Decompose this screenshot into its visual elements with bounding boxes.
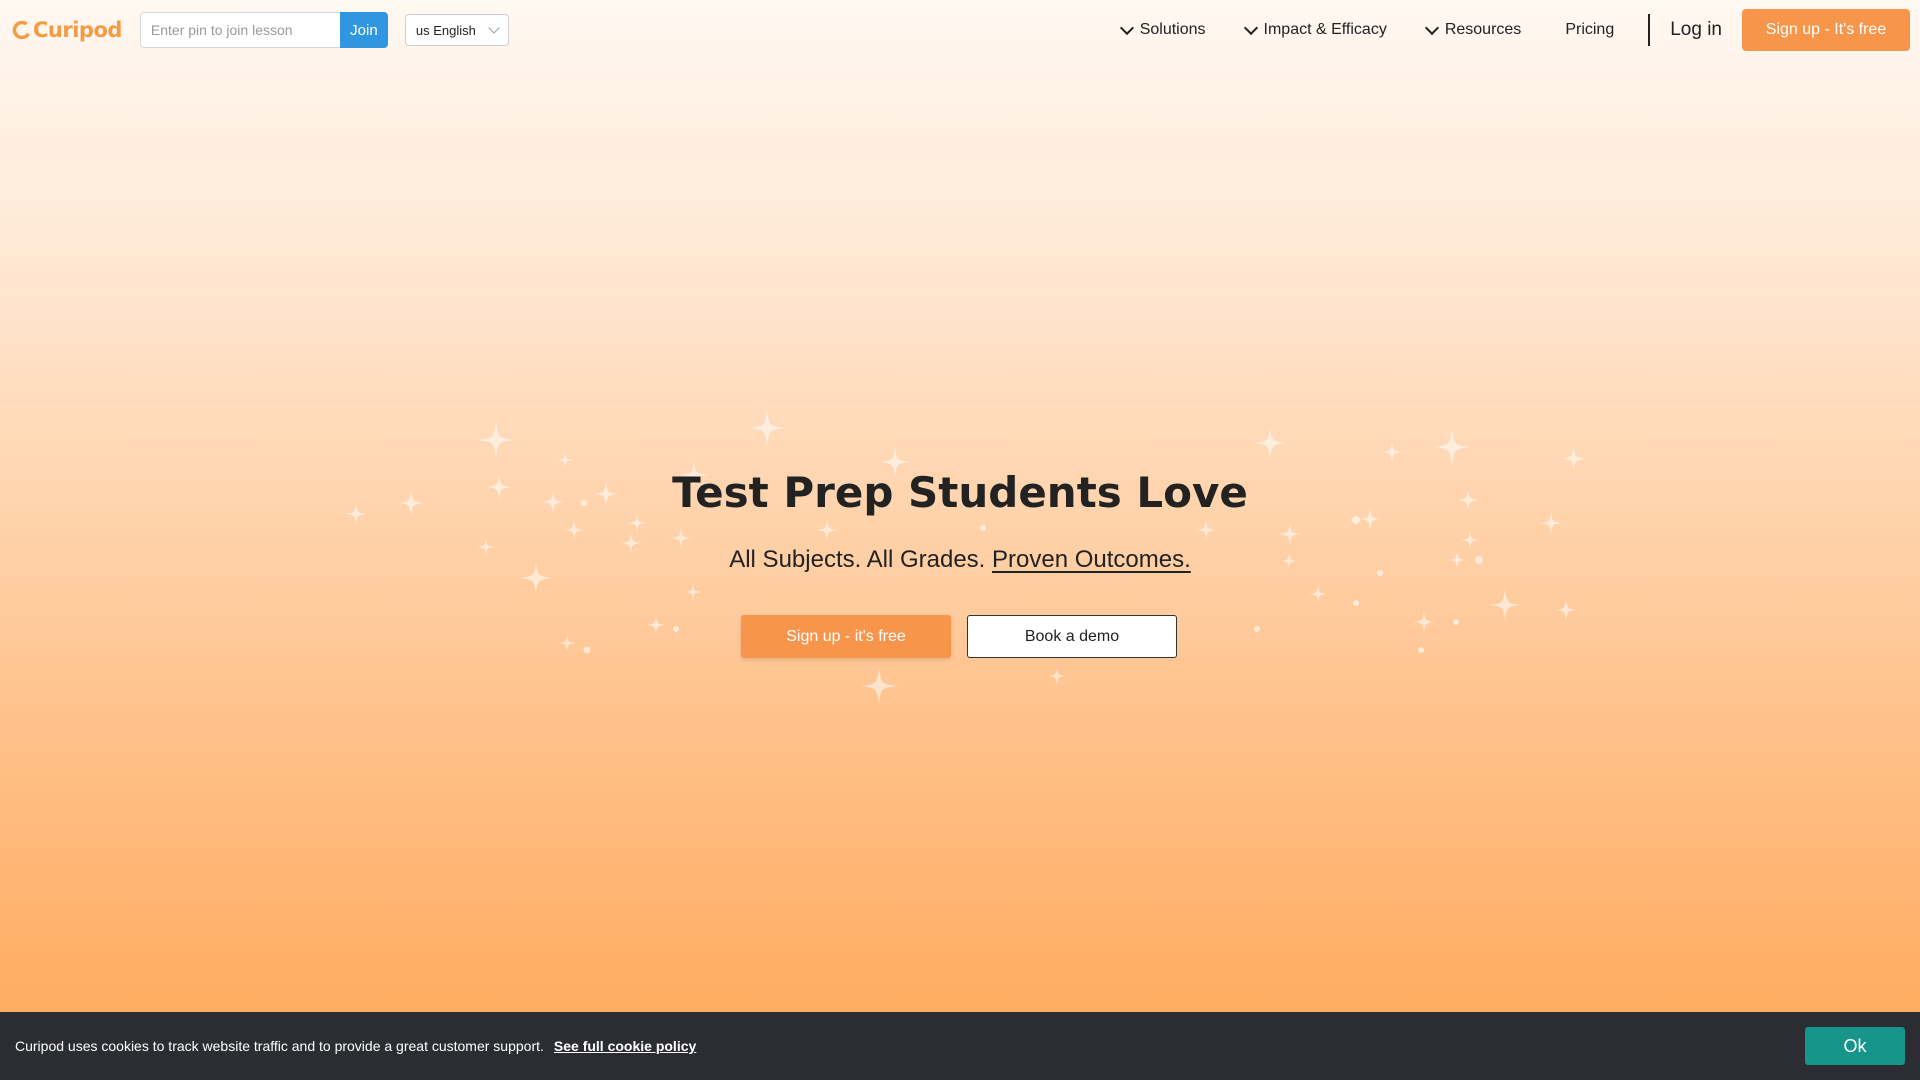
cookie-banner: Curipod uses cookies to track website tr… [0, 1012, 1920, 1080]
cookie-text: Curipod uses cookies to track website tr… [15, 1038, 544, 1054]
nav-pricing[interactable]: Pricing [1565, 21, 1614, 39]
sparkles-decoration [345, 410, 1585, 704]
chevron-down-icon [488, 22, 500, 34]
nav-divider [1648, 14, 1651, 46]
logo-text: Curipod [33, 18, 122, 42]
main-nav: Solutions Impact & Efficacy Resources Pr… [1119, 0, 1910, 60]
curipod-logo[interactable]: Curipod [12, 18, 122, 42]
cookie-policy-link[interactable]: See full cookie policy [554, 1038, 696, 1054]
signup-button-hero[interactable]: Sign up - it's free [741, 615, 951, 658]
hero-title: Test Prep Students Love [672, 468, 1248, 517]
chevron-down-icon [1424, 20, 1439, 35]
nav-label: Impact & Efficacy [1263, 21, 1387, 38]
chevron-down-icon [1243, 20, 1258, 35]
proven-outcomes-link[interactable]: Proven Outcomes. [992, 546, 1191, 573]
nav-resources[interactable]: Resources [1424, 20, 1522, 39]
top-header: Curipod Join us English Solutions Impact… [0, 0, 1920, 60]
language-select[interactable]: us English [404, 14, 509, 46]
nav-label: Solutions [1139, 21, 1206, 38]
book-demo-button[interactable]: Book a demo [967, 615, 1177, 658]
join-button[interactable]: Join [339, 12, 388, 48]
hero-cta-row: Sign up - it's free Book a demo [741, 615, 1177, 658]
join-lesson-group: Join [139, 12, 388, 48]
signup-button-header[interactable]: Sign up - It's free [1742, 9, 1910, 51]
hero-subtitle: All Subjects. All Grades. Proven Outcome… [0, 546, 1920, 574]
hero-subtitle-text: All Subjects. All Grades. [729, 546, 986, 573]
pin-input[interactable] [139, 12, 340, 48]
nav-solutions[interactable]: Solutions [1119, 20, 1206, 39]
curipod-logo-icon [12, 20, 32, 40]
nav-impact-efficacy[interactable]: Impact & Efficacy [1243, 20, 1387, 39]
language-value: us English [415, 22, 476, 38]
login-link[interactable]: Log in [1670, 19, 1722, 41]
nav-label: Pricing [1565, 21, 1615, 38]
cookie-ok-button[interactable]: Ok [1805, 1027, 1905, 1065]
nav-label: Resources [1444, 21, 1522, 38]
chevron-down-icon [1119, 20, 1134, 35]
